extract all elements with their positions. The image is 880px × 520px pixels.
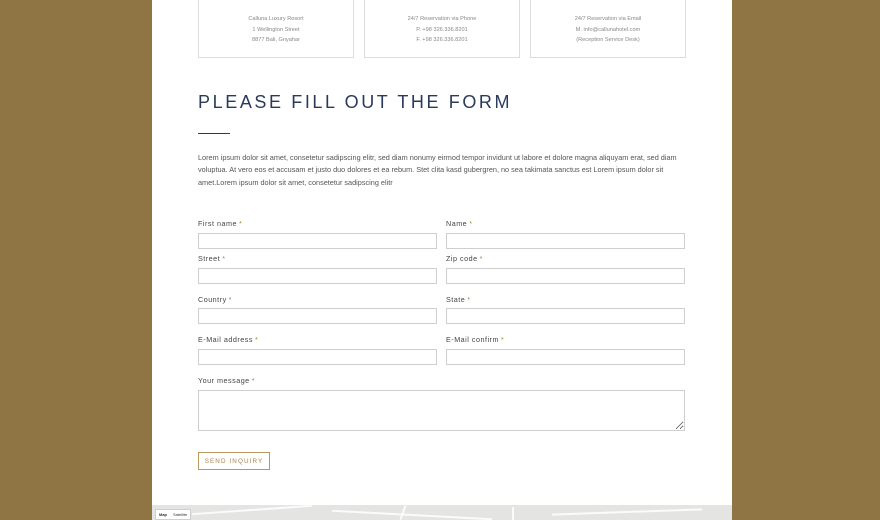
email-label: E-Mail address *	[198, 335, 258, 344]
required-mark: *	[238, 219, 243, 228]
zip-code-input[interactable]	[446, 268, 685, 284]
map-road	[192, 505, 312, 516]
required-mark: *	[228, 295, 232, 304]
zip-code-label: Zip code *	[446, 254, 483, 263]
address-line: Calluna Luxury Resort	[248, 16, 304, 22]
form-title: PLEASE FILL OUT THE FORM	[198, 92, 513, 112]
required-mark: *	[222, 254, 226, 263]
map-road	[512, 507, 514, 520]
email-confirm-label: E-Mail confirm *	[446, 335, 504, 344]
address-line: 8877 Bali, Gnyahar	[252, 37, 300, 43]
required-mark: *	[469, 219, 473, 228]
email-heading: 24/7 Reservation via Email	[574, 16, 642, 22]
country-input[interactable]	[198, 308, 437, 324]
state-label: State *	[446, 295, 471, 304]
email-card: 24/7 Reservation via Email M. info@callu…	[530, 0, 686, 58]
required-mark: *	[500, 335, 505, 344]
email-confirm-input[interactable]	[446, 349, 685, 365]
required-mark: *	[251, 376, 255, 385]
contact-cards: Calluna Luxury Resort 1 Wellington Stree…	[198, 0, 686, 58]
state-label-text: State	[446, 295, 466, 304]
map-road	[332, 509, 492, 520]
message-textarea[interactable]	[198, 390, 685, 431]
page-content: Calluna Luxury Resort 1 Wellington Stree…	[152, 0, 732, 520]
email-note: (Reception Service Desk)	[576, 37, 640, 43]
email-confirm-label-text: E-Mail confirm	[446, 335, 499, 344]
country-label: Country *	[198, 295, 232, 304]
required-mark: *	[254, 335, 259, 344]
phone-heading: 24/7 Reservation via Phone	[407, 16, 477, 22]
street-input[interactable]	[198, 268, 437, 284]
title-divider	[198, 133, 230, 134]
street-label-text: Street	[198, 254, 221, 263]
map-view-button[interactable]: Map	[156, 510, 170, 519]
name-input[interactable]	[446, 233, 685, 249]
fax-number: F. +98 326.336.8201	[416, 37, 468, 43]
required-mark: *	[467, 295, 471, 304]
required-mark: *	[479, 254, 483, 263]
email-input[interactable]	[198, 349, 437, 365]
message-label: Your message *	[198, 376, 255, 385]
phone-number[interactable]: P. +98 326.336.8201	[365, 25, 519, 36]
state-input[interactable]	[446, 308, 685, 324]
first-name-input[interactable]	[198, 233, 437, 249]
first-name-label: First name *	[198, 219, 242, 228]
first-name-label-text: First name	[198, 219, 237, 228]
map-type-toggle[interactable]: Map Satellite	[155, 509, 192, 520]
address-card: Calluna Luxury Resort 1 Wellington Stree…	[198, 0, 354, 58]
message-label-text: Your message	[198, 376, 250, 385]
zip-code-label-text: Zip code	[446, 254, 478, 263]
map-embed[interactable]: Map Satellite	[152, 505, 732, 520]
name-label: Name *	[446, 219, 473, 228]
country-label-text: Country	[198, 295, 227, 304]
street-label: Street *	[198, 254, 226, 263]
email-label-text: E-Mail address	[198, 335, 253, 344]
form-intro: Lorem ipsum dolor sit amet, consetetur s…	[198, 153, 677, 187]
send-inquiry-button[interactable]: SEND INQUIRY	[198, 452, 270, 470]
name-label-text: Name	[446, 219, 468, 228]
email-link[interactable]: M. info@callunahotel.com	[531, 25, 685, 36]
address-line: 1 Wellington Street	[252, 26, 300, 33]
map-road	[552, 508, 702, 516]
phone-card: 24/7 Reservation via Phone P. +98 326.33…	[364, 0, 520, 58]
satellite-view-button[interactable]: Satellite	[170, 510, 190, 519]
